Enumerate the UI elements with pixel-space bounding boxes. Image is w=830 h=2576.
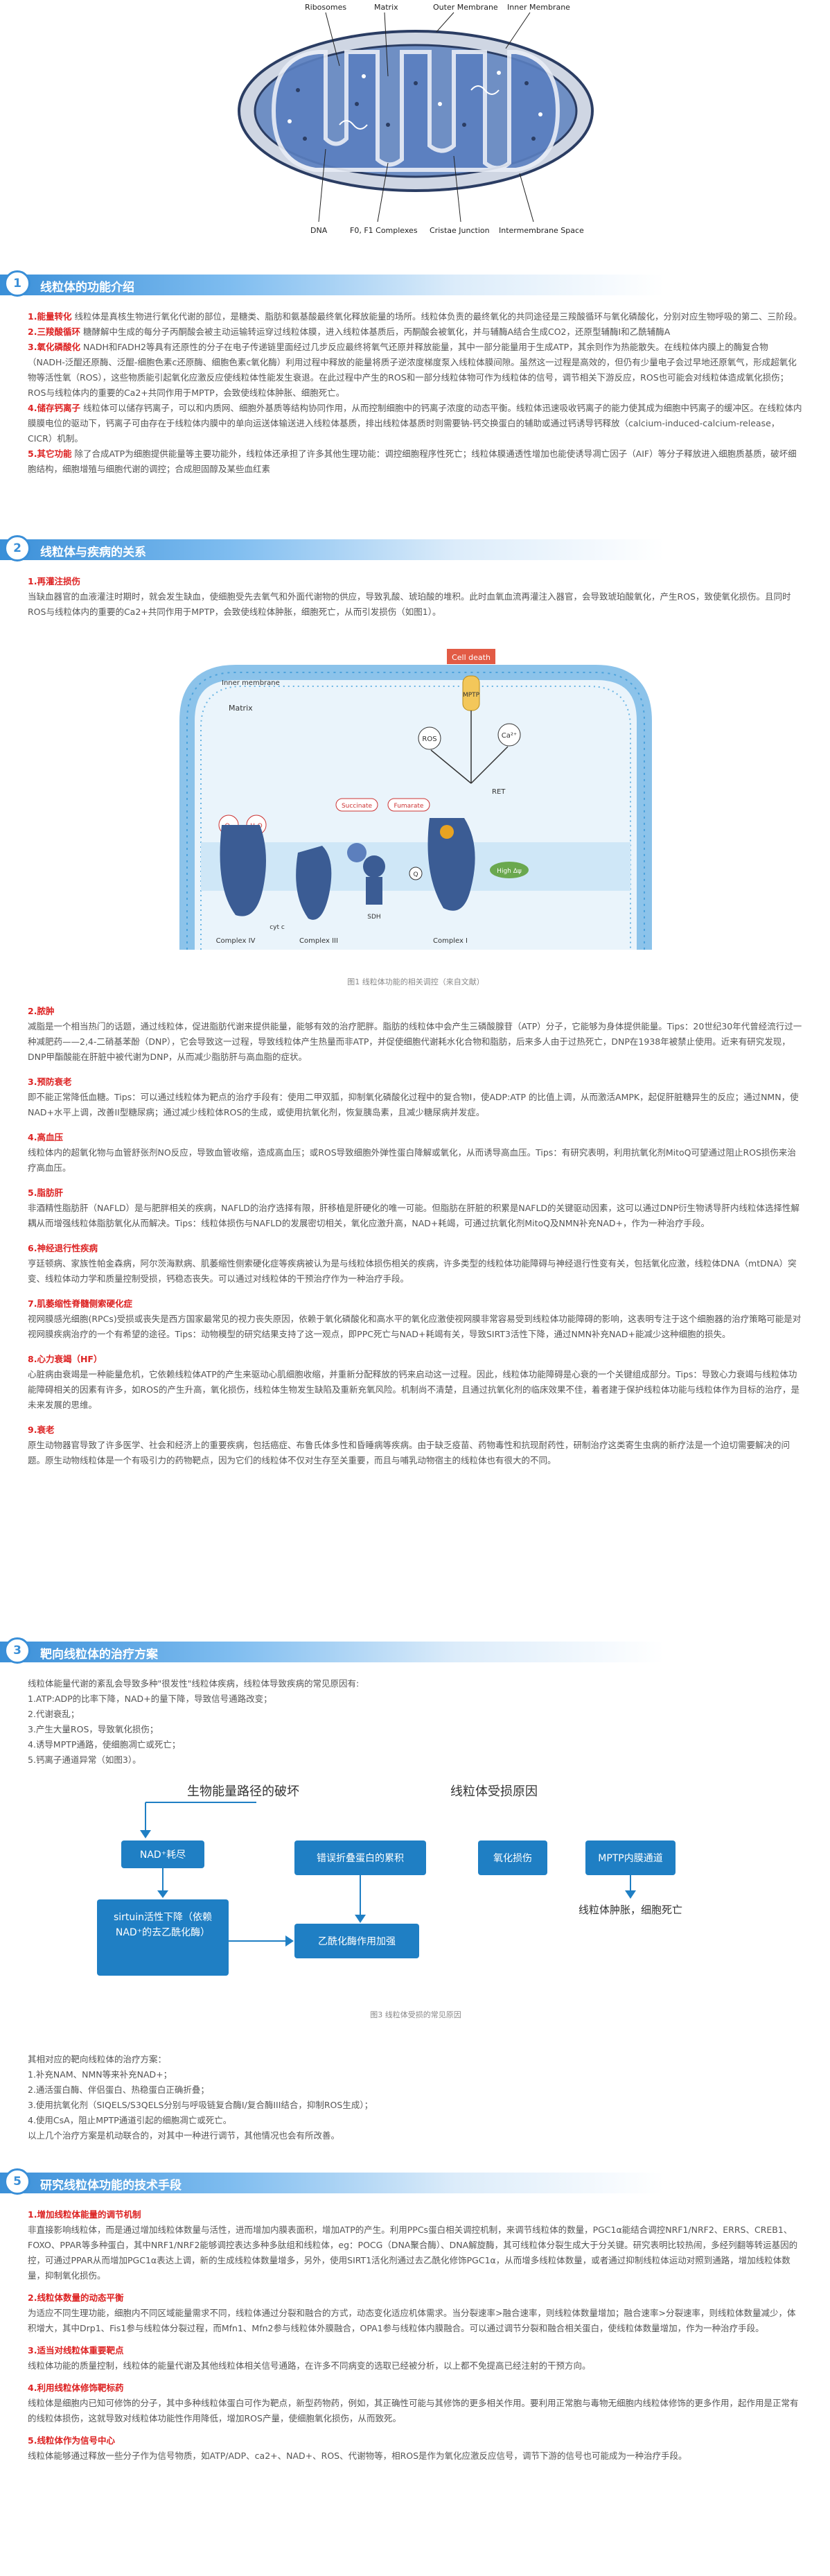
section-number: 5 [4, 2168, 30, 2195]
acetyl-label: 乙酰化酶作用加强 [318, 1936, 396, 1947]
fumarate-label: Fumarate [394, 803, 424, 810]
paragraph: 4.储存钙离子 线粒体可以储存钙离子，可以和内质网、细胞外基质等结构协同作用，从… [28, 403, 802, 444]
section-header-3: 3 靶向线粒体的治疗方案 [0, 1636, 830, 1668]
section-1-body: 1.能量转化 线粒体是真核生物进行氧化代谢的部位，是糖类、脂肪和氨基酸最终氧化释… [28, 309, 804, 477]
paragraph: 3.氧化磷酸化 NADH和FADH2等具有还原性的分子在电子传递链里面经过几步反… [28, 342, 797, 398]
paragraph: 5.其它功能 除了合成ATP为细胞提供能量等主要功能外，线粒体还承担了许多其他生… [28, 449, 797, 474]
section-title: 线粒体的功能介绍 [40, 281, 134, 295]
label-intermembrane-space: Intermembrane Space [499, 226, 584, 235]
inner-membrane-label: Inner membrane [222, 679, 280, 687]
section-2-body: 2.脓肿 减脂是一个相当热门的话题，通过线粒体，促进脂肪代谢来提供能量，能够有效… [28, 1006, 802, 1465]
matrix-label: Matrix [229, 704, 253, 713]
label-matrix: Matrix [374, 3, 398, 12]
sdh-label: SDH [367, 914, 380, 921]
paragraph: 2.三羧酸循环 糖酵解中生成的每分子丙酮酸会被主动运输转运穿过线粒体膜，进入线粒… [28, 327, 671, 337]
right-title: 线粒体受损原因 [450, 1784, 538, 1799]
section-3-treatments: 其相对应的靶向线粒体的治疗方案： 1.补充NAM、NMN等来补充NAD+； 2.… [28, 2054, 373, 2141]
paragraph: 1.能量转化 线粒体是真核生物进行氧化代谢的部位，是糖类、脂肪和氨基酸最终氧化释… [28, 311, 802, 322]
label-ribosomes: Ribosomes [305, 3, 346, 12]
figure-3-caption: 图3 线粒体受损的常见原因 [370, 2010, 461, 2019]
complex4-label: Complex IV [216, 937, 256, 945]
section-number: 2 [4, 535, 30, 562]
ros-label: ROS [422, 736, 436, 743]
page: Ribosomes Matrix Outer Membrane Inner Me… [0, 0, 830, 2576]
section-2-intro: 1.再灌注损伤 当缺血器官的血液灌注时期时，就会发生缺血，使细胞受先去氧气和外面… [28, 576, 791, 617]
q-label: Q [413, 871, 418, 878]
cyt-label: cyt c [270, 924, 285, 931]
complex3-label: Complex III [299, 937, 338, 945]
left-title: 生物能量路径的破坏 [187, 1784, 299, 1799]
complex1-label: Complex I [433, 937, 468, 945]
section-header-5: 5 研究线粒体功能的技术手段 [0, 2167, 830, 2199]
sirtuin-label: sirtuin活性下降（依赖NAD⁺的去乙酰化酶） [113, 1912, 213, 1938]
oxid-label: 氧化损伤 [493, 1853, 532, 1864]
mptp-label: MPTP [463, 692, 480, 699]
section-5-body: 1.增加线粒体能量的调节机制 非直接影响线粒体，而是通过增加线粒体数量与活性，进… [28, 2209, 799, 2461]
section-title: 研究线粒体功能的技术手段 [40, 2179, 182, 2193]
ca-label: Ca²⁺ [502, 732, 517, 740]
membrane-figure: Cell death Inner membrane Matrix MPTP RO… [179, 649, 652, 950]
mitochondrion-figure: Ribosomes Matrix Outer Membrane Inner Me… [238, 3, 594, 235]
high-dpsi-label: High Δψ [497, 868, 522, 875]
nad-label: NAD⁺耗尽 [140, 1850, 186, 1861]
label-dna: DNA [310, 226, 328, 235]
swell-label: 线粒体肿胀，细胞死亡 [579, 1904, 682, 1916]
mptp-label: MPTP内膜通道 [598, 1853, 663, 1864]
section-header-1: 1 线粒体的功能介绍 [0, 269, 830, 301]
figure-1-caption: 图1 线粒体功能的相关调控（来自文献） [347, 977, 484, 986]
damage-flow-figure: 生物能量路径的破坏 线粒体受损原因 NAD⁺耗尽 sirtuin活性下降（依赖N… [97, 1784, 682, 1976]
succinate-label: Succinate [342, 803, 373, 810]
section-title: 线粒体与疾病的关系 [40, 546, 146, 559]
cell-death-label: Cell death [452, 653, 491, 662]
label-outer-membrane: Outer Membrane [433, 3, 498, 12]
ret-label: RET [492, 788, 506, 796]
label-cristae-junction: Cristae Junction [430, 226, 490, 235]
label-f0f1: F0, F1 Complexes [350, 226, 418, 235]
section-3-intro: 线粒体能量代谢的紊乱会导致多种"很发性"线粒体疾病，线粒体导致疾病的常见原因有:… [28, 1678, 360, 1765]
section-header-2: 2 线粒体与疾病的关系 [0, 534, 830, 566]
section-number: 1 [4, 270, 30, 297]
label-inner-membrane: Inner Membrane [507, 3, 570, 12]
misfold-label: 错误折叠蛋白的累积 [317, 1853, 404, 1864]
section-title: 靶向线粒体的治疗方案 [40, 1648, 158, 1662]
section-number: 3 [4, 1637, 30, 1664]
